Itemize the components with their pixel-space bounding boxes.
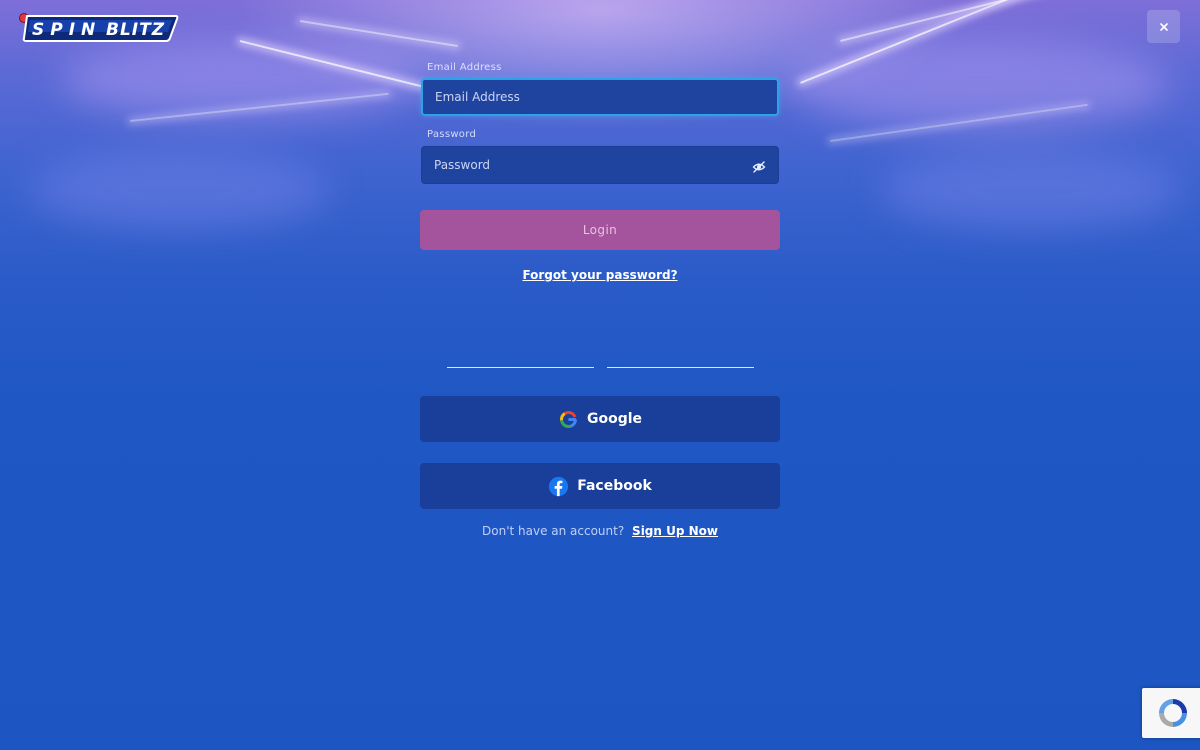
google-login-button[interactable]: Google [420,396,780,442]
eye-off-icon[interactable] [752,160,766,174]
divider-left [447,367,594,368]
forgot-password-link[interactable]: Forgot your password? [420,268,780,282]
spin-blitz-logo[interactable]: SPIN BLITZ [18,10,180,44]
email-field[interactable] [435,80,735,114]
light-haze [790,40,1170,130]
signup-link[interactable]: Sign Up Now [632,524,718,538]
google-button-label: Google [586,411,643,427]
login-button[interactable]: Login [420,210,780,250]
facebook-button-label: Facebook [577,478,652,494]
signup-prompt: Don't have an account? [482,524,625,538]
password-field-container[interactable] [421,146,779,184]
light-ray [840,0,1054,42]
signup-row: Don't have an account? Sign Up Now [420,524,780,538]
recaptcha-icon [1159,699,1187,727]
google-icon [559,410,577,428]
facebook-login-button[interactable]: Facebook [420,463,780,509]
password-label: Password [427,129,477,140]
email-field-container[interactable] [421,78,779,116]
logo-graphic: SPIN BLITZ [19,13,179,42]
close-icon [1159,22,1168,31]
svg-text:BLITZ: BLITZ [106,20,165,40]
light-haze [880,150,1180,230]
svg-text:SPIN: SPIN [32,20,101,40]
facebook-icon [549,476,569,496]
close-button[interactable] [1147,10,1180,43]
divider-right [607,367,754,368]
password-field[interactable] [434,147,734,183]
email-label: Email Address [427,62,502,73]
light-haze [30,150,330,230]
recaptcha-badge[interactable] [1142,688,1200,738]
light-ray [299,20,459,48]
